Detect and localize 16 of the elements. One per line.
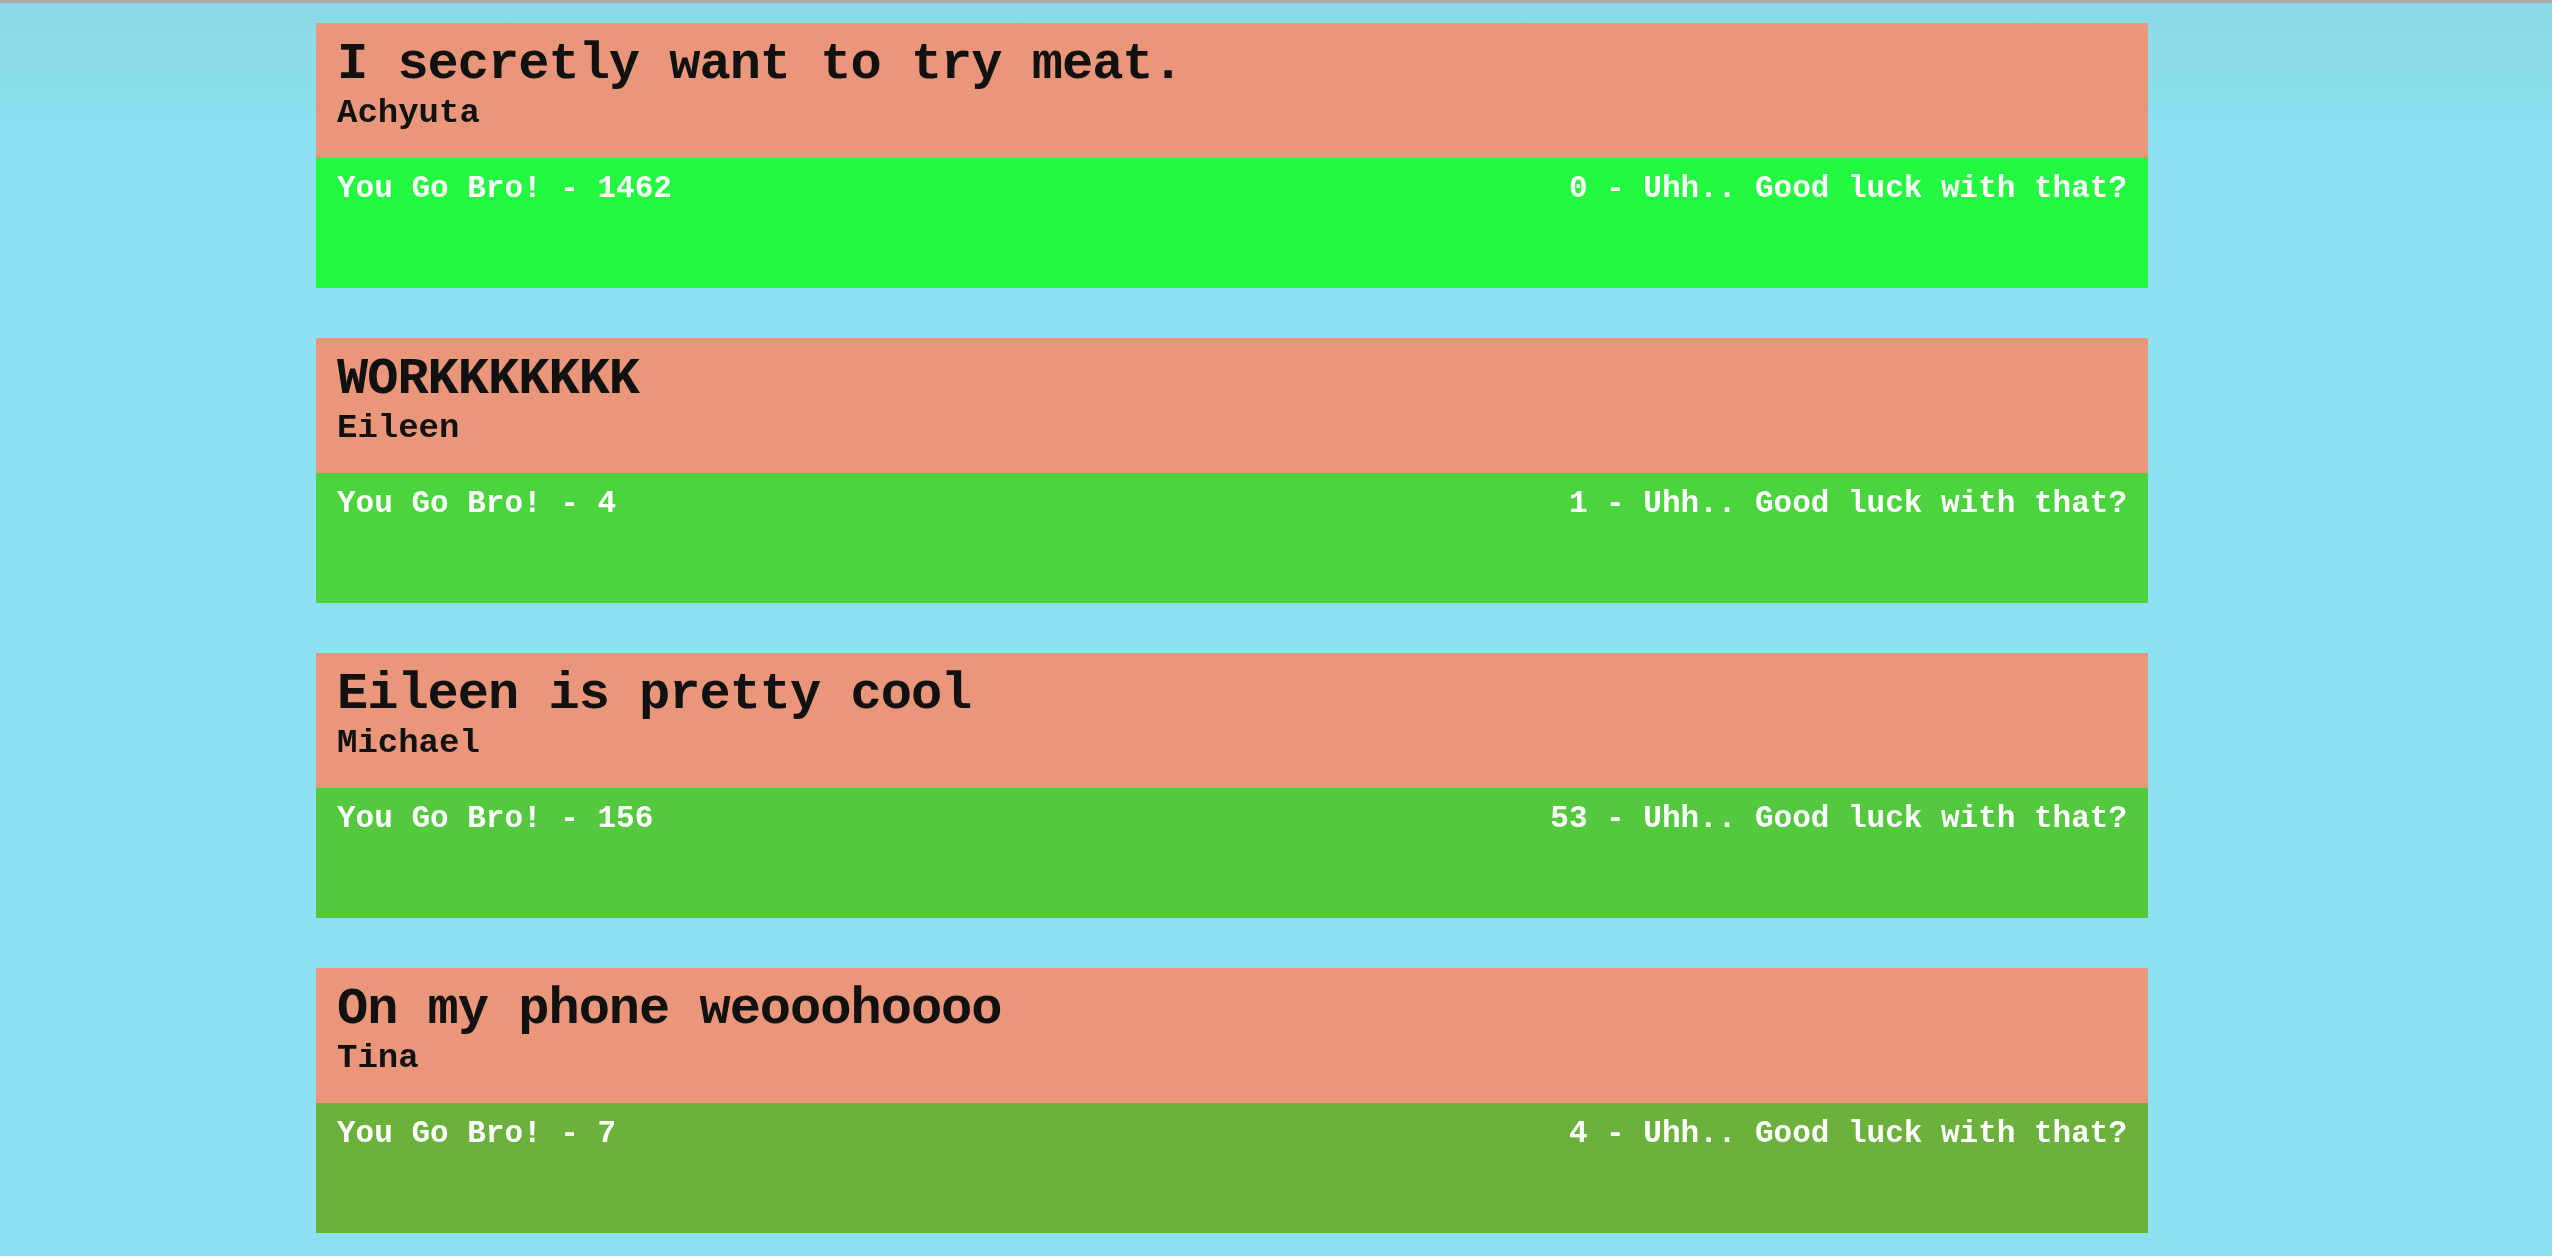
- upvote-link[interactable]: You Go Bro! - 7: [337, 1115, 617, 1153]
- post-title: Eileen is pretty cool: [337, 667, 972, 723]
- post-author: Achyuta: [337, 93, 480, 133]
- upvote-link[interactable]: You Go Bro! - 156: [337, 800, 654, 838]
- downvote-link[interactable]: 4 - Uhh.. Good luck with that?: [1568, 1115, 2127, 1153]
- post-title: On my phone weooohoooo: [337, 982, 1002, 1038]
- upvote-link[interactable]: You Go Bro! - 4: [337, 485, 617, 523]
- downvote-link[interactable]: 53 - Uhh.. Good luck with that?: [1550, 800, 2127, 838]
- upvote-link[interactable]: You Go Bro! - 1462: [337, 170, 672, 208]
- post-title: WORKKKKKKK: [337, 352, 640, 408]
- post-author: Tina: [337, 1038, 419, 1078]
- post-author: Michael: [337, 723, 480, 763]
- post-title: I secretly want to try meat.: [337, 37, 1183, 93]
- post-author: Eileen: [337, 408, 460, 448]
- downvote-link[interactable]: 0 - Uhh.. Good luck with that?: [1568, 170, 2127, 208]
- downvote-link[interactable]: 1 - Uhh.. Good luck with that?: [1568, 485, 2127, 523]
